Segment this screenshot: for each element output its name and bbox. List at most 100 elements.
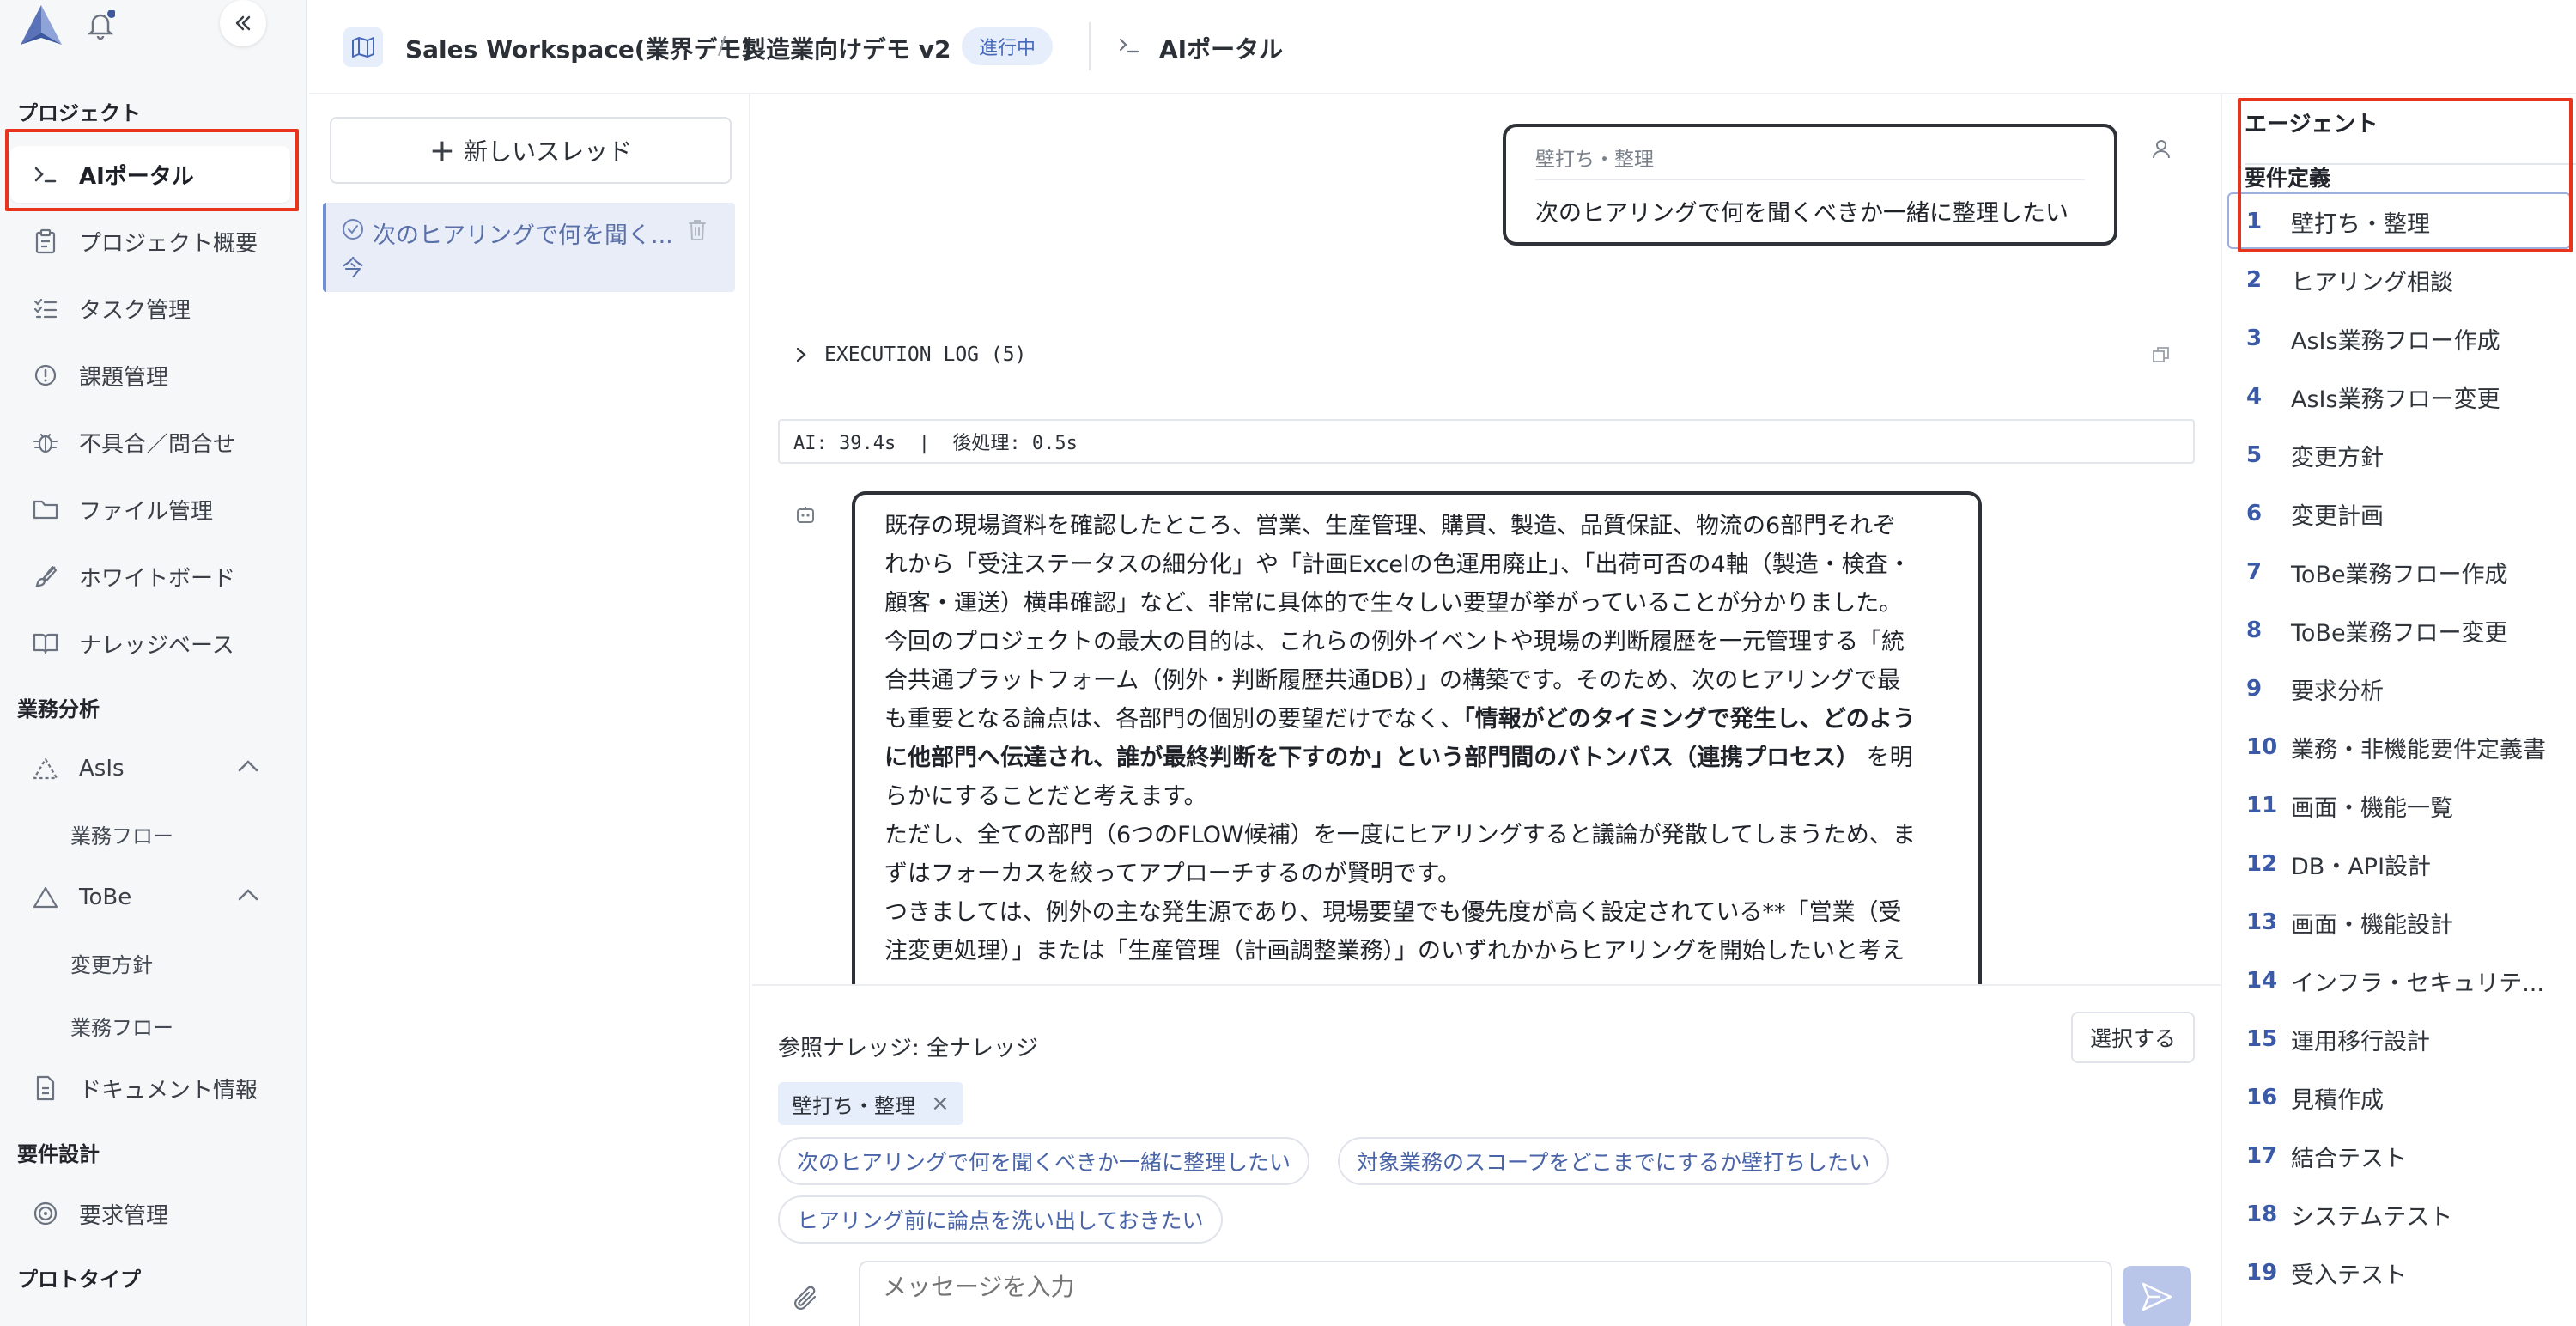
agent-item[interactable]: 11 画面・機能一覧 <box>2246 780 2453 831</box>
agent-label: インフラ・セキュリテ... <box>2291 970 2544 997</box>
agent-item[interactable]: 7 ToBe業務フロー作成 <box>2246 546 2508 598</box>
agent-number: 13 <box>2246 909 2278 935</box>
section-project: プロジェクト <box>17 101 141 125</box>
section-requirements-design: 要件設計 <box>17 1142 100 1166</box>
status-badge: 進行中 <box>962 27 1054 65</box>
section-prototype: プロトタイプ <box>17 1268 141 1292</box>
bell-icon[interactable] <box>86 10 115 41</box>
agent-number: 4 <box>2246 384 2263 410</box>
select-knowledge-button[interactable]: 選択する <box>2071 1012 2195 1063</box>
sidebar-item-issue[interactable]: 課題管理 <box>10 347 290 404</box>
sidebar-item-label: 要求管理 <box>79 1202 169 1229</box>
close-icon[interactable]: × <box>931 1091 950 1116</box>
sidebar-sub-tobe-flow[interactable]: 業務フロー <box>70 1011 173 1041</box>
agent-item[interactable]: 15 運用移行設計 <box>2246 1013 2430 1065</box>
plus-icon: + <box>428 132 456 168</box>
book-icon <box>31 629 60 658</box>
sidebar-sub-asis-flow[interactable]: 業務フロー <box>70 819 173 849</box>
sidebar-item-bug[interactable]: 不具合／問合せ <box>10 414 290 471</box>
trash-icon[interactable] <box>687 218 708 242</box>
folder-icon <box>31 495 60 524</box>
agent-label: 運用移行設計 <box>2291 1028 2430 1055</box>
agent-item[interactable]: 16 見積作成 <box>2246 1072 2384 1123</box>
agent-item[interactable]: 8 ToBe業務フロー変更 <box>2246 605 2508 656</box>
collapse-sidebar-button[interactable] <box>220 0 266 46</box>
agent-number: 9 <box>2246 676 2263 702</box>
agent-number: 12 <box>2246 851 2278 877</box>
composer-area: 参照ナレッジ: 全ナレッジ 選択する 壁打ち・整理 × 次のヒアリングで何を聞く… <box>752 984 2221 1326</box>
sidebar-item-whiteboard[interactable]: ホワイトボード <box>10 548 290 605</box>
sidebar-item-label: プロジェクト概要 <box>79 230 258 257</box>
agent-item[interactable]: 10 業務・非機能要件定義書 <box>2246 721 2546 773</box>
agent-item[interactable]: 6 変更計画 <box>2246 488 2384 539</box>
thread-item[interactable]: 次のヒアリングで何を聞く... 今 <box>323 203 735 292</box>
send-button[interactable] <box>2123 1266 2191 1326</box>
timing-bar: AI: 39.4s | 後処理: 0.5s <box>778 419 2195 464</box>
agent-number: 19 <box>2246 1260 2278 1286</box>
agent-item[interactable]: 12 DB・API設計 <box>2246 838 2431 890</box>
agent-item[interactable]: 14 インフラ・セキュリテ... <box>2246 955 2544 1007</box>
chevron-up-icon[interactable] <box>237 759 259 773</box>
agent-number: 7 <box>2246 559 2263 585</box>
sidebar-item-document[interactable]: ドキュメント情報 <box>10 1060 290 1116</box>
new-thread-button[interactable]: + 新しいスレッド <box>330 117 732 184</box>
agent-label: AsIs業務フロー変更 <box>2291 386 2500 413</box>
sidebar-item-asis[interactable]: AsIs <box>10 740 290 797</box>
thread-time: 今 <box>342 256 365 282</box>
agent-item[interactable]: 1 壁打ち・整理 <box>2246 196 2430 247</box>
agent-item[interactable]: 5 変更方針 <box>2246 429 2384 481</box>
agent-number: 2 <box>2246 267 2263 293</box>
sidebar-item-project-overview[interactable]: プロジェクト概要 <box>10 213 290 270</box>
sidebar-item-label: ドキュメント情報 <box>79 1077 258 1104</box>
agent-label: AsIs業務フロー作成 <box>2291 327 2500 355</box>
agent-item[interactable]: 3 AsIs業務フロー作成 <box>2246 313 2500 364</box>
paperclip-icon[interactable] <box>792 1283 821 1316</box>
agents-panel: エージェント 要件定義 1 壁打ち・整理 2 ヒアリング相談 3 AsIs業務フロー作成 4… <box>2221 94 2576 1326</box>
agent-item[interactable]: 2 ヒアリング相談 <box>2246 254 2453 306</box>
agent-number: 17 <box>2246 1143 2278 1169</box>
app-logo[interactable] <box>17 3 65 48</box>
agent-item[interactable]: 4 AsIs業務フロー変更 <box>2246 371 2500 423</box>
agent-number: 5 <box>2246 442 2263 468</box>
suggestion-chip[interactable]: 次のヒアリングで何を聞くべきか一緒に整理したい <box>778 1137 1310 1185</box>
agent-label: ToBe業務フロー変更 <box>2291 619 2508 647</box>
user-message-bubble: 壁打ち・整理 次のヒアリングで何を聞くべきか一緒に整理したい <box>1503 124 2117 246</box>
agent-item[interactable]: 13 画面・機能設計 <box>2246 897 2453 948</box>
execution-log-toggle[interactable]: EXECUTION LOG (5) <box>793 344 1026 366</box>
thread-panel: + 新しいスレッド 次のヒアリングで何を聞く... 今 <box>311 94 750 1326</box>
terminal-icon <box>31 160 60 189</box>
sidebar-item-ai-portal[interactable]: AIポータル <box>10 146 290 203</box>
copy-icon[interactable] <box>2152 345 2171 364</box>
agent-label: 画面・機能一覧 <box>2291 794 2453 822</box>
agent-label: システムテスト <box>2291 1203 2453 1231</box>
sidebar-item-knowledge[interactable]: ナレッジベース <box>10 615 290 672</box>
sidebar-item-files[interactable]: ファイル管理 <box>10 481 290 538</box>
breadcrumb-workspace[interactable]: Sales Workspace(業界デモ) <box>405 31 752 65</box>
chat-panel: 壁打ち・整理 次のヒアリングで何を聞くべきか一緒に整理したい EXECUTION… <box>752 94 2221 1326</box>
agent-number: 8 <box>2246 617 2263 643</box>
triangle-icon <box>31 883 60 912</box>
agent-item[interactable]: 9 要求分析 <box>2246 663 2384 715</box>
agent-item[interactable]: 19 受入テスト <box>2246 1247 2407 1299</box>
agent-item[interactable]: 18 システムテスト <box>2246 1189 2452 1240</box>
message-input[interactable] <box>859 1261 2112 1326</box>
agent-number: 11 <box>2246 793 2278 818</box>
suggestion-chip[interactable]: 対象業務のスコープをどこまでにするか壁打ちしたい <box>1338 1137 1890 1185</box>
chevrons-left-icon <box>235 15 251 31</box>
chevron-up-icon[interactable] <box>237 888 259 902</box>
sidebar-sub-tobe-policy[interactable]: 変更方針 <box>70 948 153 978</box>
agent-item[interactable]: 17 結合テスト <box>2246 1130 2407 1182</box>
send-icon <box>2142 1282 2172 1311</box>
agent-label: 壁打ち・整理 <box>2291 210 2430 238</box>
left-sidebar: プロジェクト AIポータル プロジェクト概要 タスク管理 課題管理 不具合／問合… <box>0 0 307 1326</box>
chevron-right-icon <box>796 347 806 362</box>
triangle-icon <box>31 754 60 783</box>
map-icon[interactable] <box>343 27 383 67</box>
sidebar-item-tobe[interactable]: ToBe <box>10 869 290 926</box>
sidebar-item-task[interactable]: タスク管理 <box>10 280 290 337</box>
agent-number: 14 <box>2246 968 2278 994</box>
suggestion-chip[interactable]: ヒアリング前に論点を洗い出しておきたい <box>778 1195 1223 1244</box>
clipboard-icon <box>31 227 60 256</box>
breadcrumb-project[interactable]: 製造業向けデモ v2 <box>742 31 951 65</box>
sidebar-item-requirements[interactable]: 要求管理 <box>10 1185 290 1242</box>
